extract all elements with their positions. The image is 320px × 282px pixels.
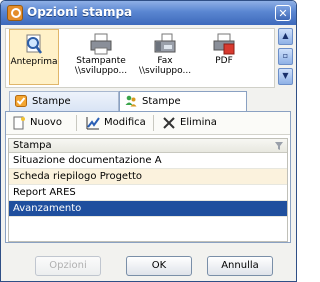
magnifier-page-icon <box>26 34 43 54</box>
printer-label: Stampante \\sviluppo... <box>74 56 128 76</box>
actions-bar: Nuovo Modifica Elimina <box>6 112 290 135</box>
grid-cell: Avanzamento <box>13 203 82 214</box>
fax-label: Fax \\sviluppo... <box>138 56 192 76</box>
edit-chart-icon <box>86 117 100 130</box>
new-button[interactable]: Nuovo <box>12 115 62 131</box>
preview-label: Anteprima <box>10 57 58 67</box>
tab-predefined-prints[interactable]: Stampe predefinite <box>9 91 119 126</box>
grid-cell: Report ARES <box>13 187 76 198</box>
dialog-footer: Opzioni OK Annulla <box>1 248 296 281</box>
grid-row[interactable]: Scheda riepilogo Progetto <box>9 169 287 185</box>
print-options-window: Opzioni stampa ✕ Anteprima Stampante \\s… <box>0 0 297 282</box>
ok-button[interactable]: OK <box>126 256 192 276</box>
close-button[interactable]: ✕ <box>275 5 291 21</box>
pdf-button[interactable]: PDF <box>199 29 249 85</box>
scroll-middle-button[interactable]: ▫ <box>278 48 293 65</box>
grid-row[interactable]: Situazione documentazione A <box>9 153 287 169</box>
toolbar-divider <box>76 115 77 131</box>
delete-label: Elimina <box>180 117 217 128</box>
edit-label: Modifica <box>104 117 146 128</box>
prints-grid: Stampa Situazione documentazione A Sched… <box>8 138 288 242</box>
column-header-stampa[interactable]: Stampa <box>9 139 287 153</box>
delete-button[interactable]: Elimina <box>162 115 217 131</box>
scroll-up-button[interactable]: ▲ <box>278 28 293 45</box>
users-icon <box>125 95 137 107</box>
fax-button[interactable]: Fax \\sviluppo... <box>133 29 197 85</box>
delete-x-icon <box>163 117 175 129</box>
pdf-icon <box>213 33 235 55</box>
options-button[interactable]: Opzioni <box>35 256 101 276</box>
cancel-button[interactable]: Annulla <box>207 256 273 276</box>
grid-cell: Scheda riepilogo Progetto <box>13 171 143 182</box>
toolbar-scroller: ▲ ▫ ▼ <box>278 28 293 86</box>
title-bar[interactable]: Opzioni stampa ✕ <box>1 1 296 25</box>
toolbar-divider <box>153 115 154 131</box>
custom-prints-panel: Nuovo Modifica Elimina Stampa Situazione… <box>5 111 291 243</box>
window-title: Opzioni stampa <box>27 5 133 19</box>
preview-button[interactable]: Anteprima <box>9 29 59 85</box>
printer-button[interactable]: Stampante \\sviluppo... <box>69 29 133 85</box>
pdf-label: PDF <box>215 56 233 66</box>
scroll-down-button[interactable]: ▼ <box>278 68 293 85</box>
output-toolbar: Anteprima Stampante \\sviluppo... Fax \\… <box>5 28 275 88</box>
new-label: Nuovo <box>30 117 62 128</box>
edit-button[interactable]: Modifica <box>86 115 146 131</box>
printer-icon <box>90 33 112 55</box>
column-header-label: Stampa <box>13 140 52 151</box>
tab-custom-prints[interactable]: Stampe personalizzate <box>119 91 247 126</box>
app-icon <box>7 5 23 21</box>
check-icon <box>15 95 27 107</box>
tab-strip: Stampe predefinite Stampe personalizzate <box>5 91 293 126</box>
new-document-icon <box>13 116 25 130</box>
grid-cell: Situazione documentazione A <box>13 155 162 166</box>
grid-row-selected[interactable]: Avanzamento <box>9 201 287 217</box>
grid-row[interactable]: Report ARES <box>9 185 287 201</box>
filter-icon[interactable] <box>275 142 283 150</box>
fax-icon <box>154 33 176 53</box>
